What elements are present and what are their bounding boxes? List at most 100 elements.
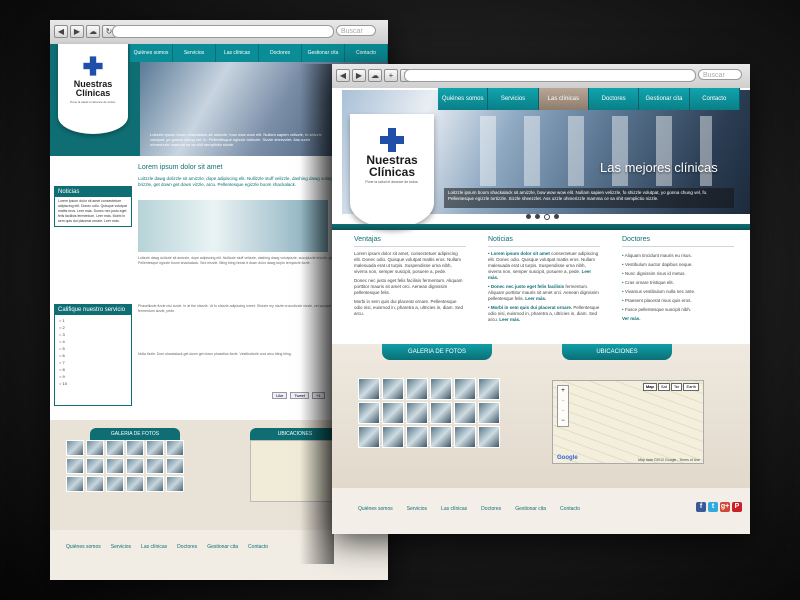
search-field[interactable]: Buscar — [336, 25, 376, 36]
back-arrow-icon[interactable]: ◀ — [336, 69, 350, 82]
address-bar[interactable] — [112, 25, 334, 38]
gallery-thumbnail[interactable] — [86, 476, 104, 492]
footer-link-servicios[interactable]: Servicios — [407, 506, 427, 512]
gallery-thumbnail[interactable] — [406, 426, 428, 448]
gallery-thumbnail[interactable] — [478, 426, 500, 448]
gallery-thumbnail[interactable] — [430, 402, 452, 424]
forward-arrow-icon[interactable]: ▶ — [352, 69, 366, 82]
gallery-thumbnail[interactable] — [66, 476, 84, 492]
list-item[interactable]: Praesent placerat risus quis eros. — [622, 296, 734, 305]
nav-item-las-clinicas[interactable]: Las clínicas — [216, 44, 259, 62]
location-map[interactable]: Map Sat Ter Earth + · · − Google Map data ©201… — [552, 380, 704, 464]
gallery-thumbnail[interactable] — [106, 440, 124, 456]
rating-option[interactable]: ○ 4 — [59, 338, 127, 345]
read-more-link[interactable]: Leer más. — [525, 296, 546, 301]
nav-item-doctores[interactable]: Doctores — [588, 88, 640, 110]
rating-option[interactable]: ○ 1 — [59, 317, 127, 324]
map-type-button[interactable]: Map — [642, 383, 657, 391]
list-item[interactable]: Cras ornare tristique elit. — [622, 278, 734, 287]
list-item[interactable]: Nunc dignissim risus id metus. — [622, 269, 734, 278]
like-button[interactable]: Like — [272, 392, 288, 399]
gallery-thumbnail[interactable] — [478, 402, 500, 424]
gallery-thumbnail[interactable] — [358, 426, 380, 448]
add-tab-icon[interactable]: + — [384, 69, 398, 82]
list-item[interactable]: Fusce pellentesque suscipit nibh. — [622, 305, 734, 314]
news-headline[interactable]: Lorem ipsum dolor sit amet — [491, 251, 550, 256]
list-item[interactable]: Vestibulum auctor dapibus neque. — [622, 260, 734, 269]
nav-item-gestionar-cita[interactable]: Gestionar cita — [302, 44, 345, 62]
gallery-thumbnail[interactable] — [126, 476, 144, 492]
rating-option[interactable]: ○ 8 — [59, 366, 127, 373]
list-item[interactable]: Aliquam tincidunt mauris eu risus. — [622, 251, 734, 260]
gallery-thumbnail[interactable] — [406, 378, 428, 400]
nav-item-servicios[interactable]: Servicios — [488, 88, 539, 110]
cloud-icon[interactable]: ☁ — [368, 69, 382, 82]
list-item[interactable]: Vivamus vestibulum nulla nec ante. — [622, 287, 734, 296]
footer-link-contacto[interactable]: Contacto — [560, 506, 580, 512]
gallery-thumbnail[interactable] — [454, 426, 476, 448]
gallery-thumbnail[interactable] — [166, 440, 184, 456]
nav-item-quienes-somos[interactable]: Quiénes somos — [130, 44, 173, 62]
gallery-thumbnail[interactable] — [382, 378, 404, 400]
slider-dot[interactable] — [535, 214, 540, 219]
footer-link-quienes-somos[interactable]: Quiénes somos — [66, 544, 101, 550]
rating-option[interactable]: ○ 9 — [59, 373, 127, 380]
news-headline[interactable]: Donec nec justo eget felis facilisis — [491, 284, 564, 289]
gallery-thumbnail[interactable] — [454, 402, 476, 424]
rating-option[interactable]: ○ 2 — [59, 324, 127, 331]
gallery-thumbnail[interactable] — [146, 476, 164, 492]
googleplus-icon[interactable]: g+ — [720, 502, 730, 512]
see-more-link[interactable]: Ver más. — [622, 316, 734, 321]
map-attribution[interactable]: Map data ©2012 Google - Terms of Use — [638, 458, 700, 462]
gallery-thumbnail[interactable] — [382, 426, 404, 448]
gallery-thumbnail[interactable] — [106, 476, 124, 492]
gallery-thumbnail[interactable] — [86, 440, 104, 456]
gallery-thumbnail[interactable] — [66, 440, 84, 456]
cloud-icon[interactable]: ☁ — [86, 25, 100, 38]
gallery-thumbnail[interactable] — [454, 378, 476, 400]
gallery-thumbnail[interactable] — [86, 458, 104, 474]
map-type-button[interactable]: Sat — [657, 383, 670, 391]
gallery-thumbnail[interactable] — [126, 458, 144, 474]
gallery-thumbnail[interactable] — [430, 426, 452, 448]
gallery-thumbnail[interactable] — [66, 458, 84, 474]
rating-option[interactable]: ○ 6 — [59, 352, 127, 359]
slider-dot[interactable] — [526, 214, 531, 219]
gallery-thumbnail[interactable] — [430, 378, 452, 400]
gallery-thumbnail[interactable] — [382, 402, 404, 424]
rating-option[interactable]: ○ 10 — [59, 380, 127, 387]
footer-link-las-clinicas[interactable]: Las clínicas — [141, 544, 167, 550]
footer-link-doctores[interactable]: Doctores — [481, 506, 501, 512]
gallery-thumbnail[interactable] — [126, 440, 144, 456]
nav-item-contacto[interactable]: Contacto — [345, 44, 388, 62]
news-headline[interactable]: Morbi in sem quis dui placerat ornare. — [491, 305, 572, 310]
footer-link-servicios[interactable]: Servicios — [111, 544, 131, 550]
footer-link-las-clinicas[interactable]: Las clínicas — [441, 506, 467, 512]
twitter-icon[interactable]: t — [708, 502, 718, 512]
site-logo[interactable]: Nuestras Clínicas Pone la salud el alcan… — [350, 114, 434, 228]
map-zoom-control[interactable]: + · · − — [557, 385, 569, 427]
footer-link-gestionar-cita[interactable]: Gestionar cita — [515, 506, 546, 512]
forward-arrow-icon[interactable]: ▶ — [70, 25, 84, 38]
slider-dot[interactable] — [554, 214, 559, 219]
slider-dot[interactable] — [544, 214, 550, 220]
nav-item-gestionar-cita[interactable]: Gestionar cita — [639, 88, 690, 110]
facebook-icon[interactable]: f — [696, 502, 706, 512]
map-type-button[interactable]: Earth — [683, 383, 699, 391]
gallery-thumbnail[interactable] — [146, 440, 164, 456]
nav-item-quienes-somos[interactable]: Quiénes somos — [438, 88, 489, 110]
nav-item-servicios[interactable]: Servicios — [173, 44, 216, 62]
footer-link-contacto[interactable]: Contacto — [248, 544, 268, 550]
footer-link-gestionar-cita[interactable]: Gestionar cita — [207, 544, 238, 550]
gallery-thumbnail[interactable] — [146, 458, 164, 474]
footer-link-quienes-somos[interactable]: Quiénes somos — [358, 506, 393, 512]
nav-item-contacto[interactable]: Contacto — [689, 88, 740, 110]
back-arrow-icon[interactable]: ◀ — [54, 25, 68, 38]
rating-option[interactable]: ○ 7 — [59, 359, 127, 366]
nav-item-las-clinicas[interactable]: Las clínicas — [538, 88, 589, 110]
pinterest-icon[interactable]: P — [732, 502, 742, 512]
footer-link-doctores[interactable]: Doctores — [177, 544, 197, 550]
gallery-thumbnail[interactable] — [358, 378, 380, 400]
search-field[interactable]: Buscar — [698, 69, 742, 80]
site-logo[interactable]: Nuestras Clínicas Pone la salud el alcan… — [58, 44, 128, 134]
